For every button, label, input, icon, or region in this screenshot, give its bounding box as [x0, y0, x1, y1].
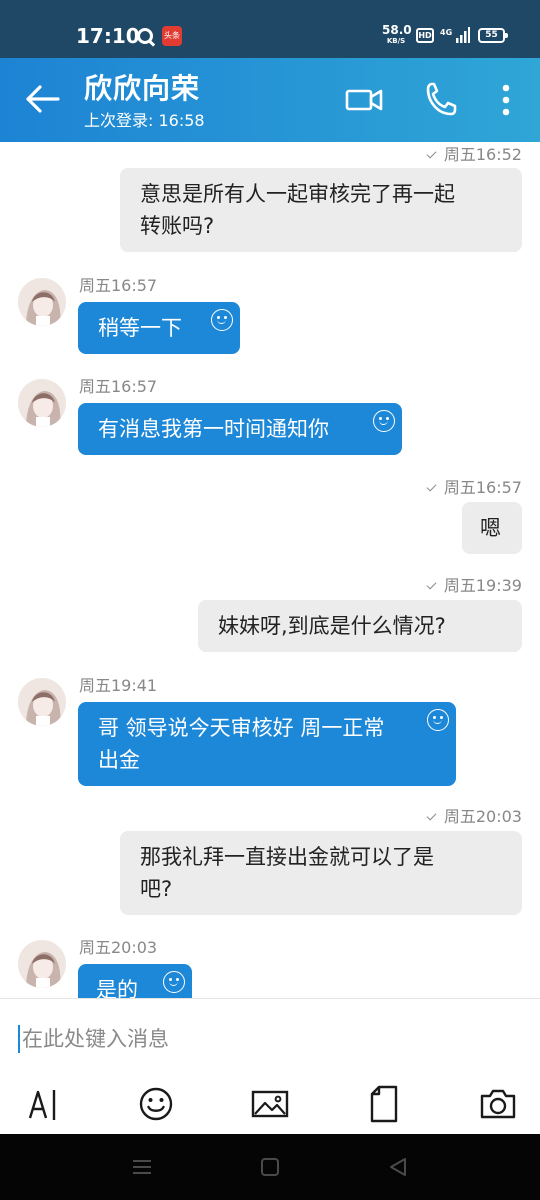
sent-check-icon	[426, 481, 437, 492]
emoji-icon[interactable]	[136, 1084, 176, 1124]
message-line: 稍等一下	[98, 316, 182, 340]
image-icon[interactable]	[250, 1084, 290, 1124]
composer	[0, 998, 540, 1078]
signal-icon: 4G	[440, 27, 470, 43]
avatar-image	[18, 278, 66, 326]
react-emoji-icon[interactable]	[427, 709, 449, 731]
contact-avatar[interactable]	[18, 940, 66, 988]
speed-value: 58.0	[382, 23, 412, 37]
more-options-icon[interactable]	[496, 80, 516, 120]
message-line: 有消息我第一时间通知你	[98, 417, 329, 441]
incoming-message[interactable]: 稍等一下	[78, 302, 240, 354]
message-line: 吧?	[140, 877, 173, 901]
message-time: 周五19:39	[426, 576, 522, 596]
text-format-icon[interactable]	[24, 1084, 64, 1124]
sent-check-icon	[426, 579, 437, 590]
search-app-icon	[137, 28, 153, 44]
network-type: 4G	[440, 28, 452, 37]
file-icon[interactable]	[364, 1084, 404, 1124]
camera-icon[interactable]	[478, 1084, 518, 1124]
incoming-message[interactable]: 哥 领导说今天审核好 周一正常 出金	[78, 702, 456, 786]
message-line: 嗯	[480, 516, 501, 540]
status-time: 17:10	[76, 24, 140, 48]
outgoing-message[interactable]: 嗯	[462, 502, 522, 554]
hd-icon: HD	[416, 28, 434, 43]
react-emoji-icon[interactable]	[163, 971, 185, 993]
avatar-image	[18, 940, 66, 988]
contact-avatar[interactable]	[18, 379, 66, 427]
news-app-icon: 头条	[162, 26, 182, 46]
message-line: 转账吗?	[140, 214, 215, 238]
composer-toolbar	[0, 1078, 540, 1134]
sent-check-icon	[426, 148, 437, 159]
back-nav-icon[interactable]	[387, 1156, 409, 1178]
message-time: 周五20:03	[79, 938, 158, 957]
message-time: 周五16:57	[79, 276, 158, 295]
status-bar: 17:10 头条 58.0 KB/S HD 4G 55	[0, 0, 540, 58]
incoming-message[interactable]: 是的	[78, 964, 192, 998]
message-line: 意思是所有人一起审核完了再一起	[140, 182, 455, 206]
outgoing-message[interactable]: 意思是所有人一起审核完了再一起 转账吗?	[120, 168, 522, 252]
last-login: 上次登录: 16:58	[84, 111, 205, 130]
message-line: 那我礼拜一直接出金就可以了是	[140, 845, 434, 869]
message-line: 哥 领导说今天审核好 周一正常	[98, 716, 385, 740]
message-time: 周五16:52	[426, 145, 522, 165]
contact-avatar[interactable]	[18, 278, 66, 326]
message-line: 出金	[98, 748, 140, 772]
battery-icon: 55	[478, 28, 508, 43]
back-arrow-icon[interactable]	[22, 82, 62, 116]
chat-header: 欣欣向荣 上次登录: 16:58	[0, 58, 540, 142]
menu-nav-icon[interactable]	[131, 1156, 153, 1178]
avatar-image	[18, 379, 66, 427]
react-emoji-icon[interactable]	[211, 309, 233, 331]
home-nav-icon[interactable]	[259, 1156, 281, 1178]
system-nav-bar	[0, 1134, 540, 1200]
avatar-image	[18, 678, 66, 726]
sent-check-icon	[426, 810, 437, 821]
message-line: 是的	[96, 978, 138, 998]
video-call-icon[interactable]	[344, 82, 384, 118]
contact-name: 欣欣向荣	[84, 72, 201, 105]
react-emoji-icon[interactable]	[373, 410, 395, 432]
network-speed: 58.0 KB/S	[382, 23, 412, 47]
message-time: 周五16:57	[426, 478, 522, 498]
message-list[interactable]: 周五16:52 意思是所有人一起审核完了再一起 转账吗? 周五16:57 稍等一…	[0, 142, 540, 998]
outgoing-message[interactable]: 那我礼拜一直接出金就可以了是 吧?	[120, 831, 522, 915]
outgoing-message[interactable]: 妹妹呀,到底是什么情况?	[198, 600, 522, 652]
message-time: 周五19:41	[79, 676, 158, 695]
phone-call-icon[interactable]	[424, 80, 458, 118]
text-caret	[18, 1025, 20, 1053]
contact-avatar[interactable]	[18, 678, 66, 726]
message-input[interactable]	[22, 1021, 522, 1057]
message-time: 周五20:03	[426, 807, 522, 827]
speed-unit: KB/S	[386, 37, 406, 45]
incoming-message[interactable]: 有消息我第一时间通知你	[78, 403, 402, 455]
message-line: 妹妹呀,到底是什么情况?	[218, 614, 446, 638]
message-time: 周五16:57	[79, 377, 158, 396]
